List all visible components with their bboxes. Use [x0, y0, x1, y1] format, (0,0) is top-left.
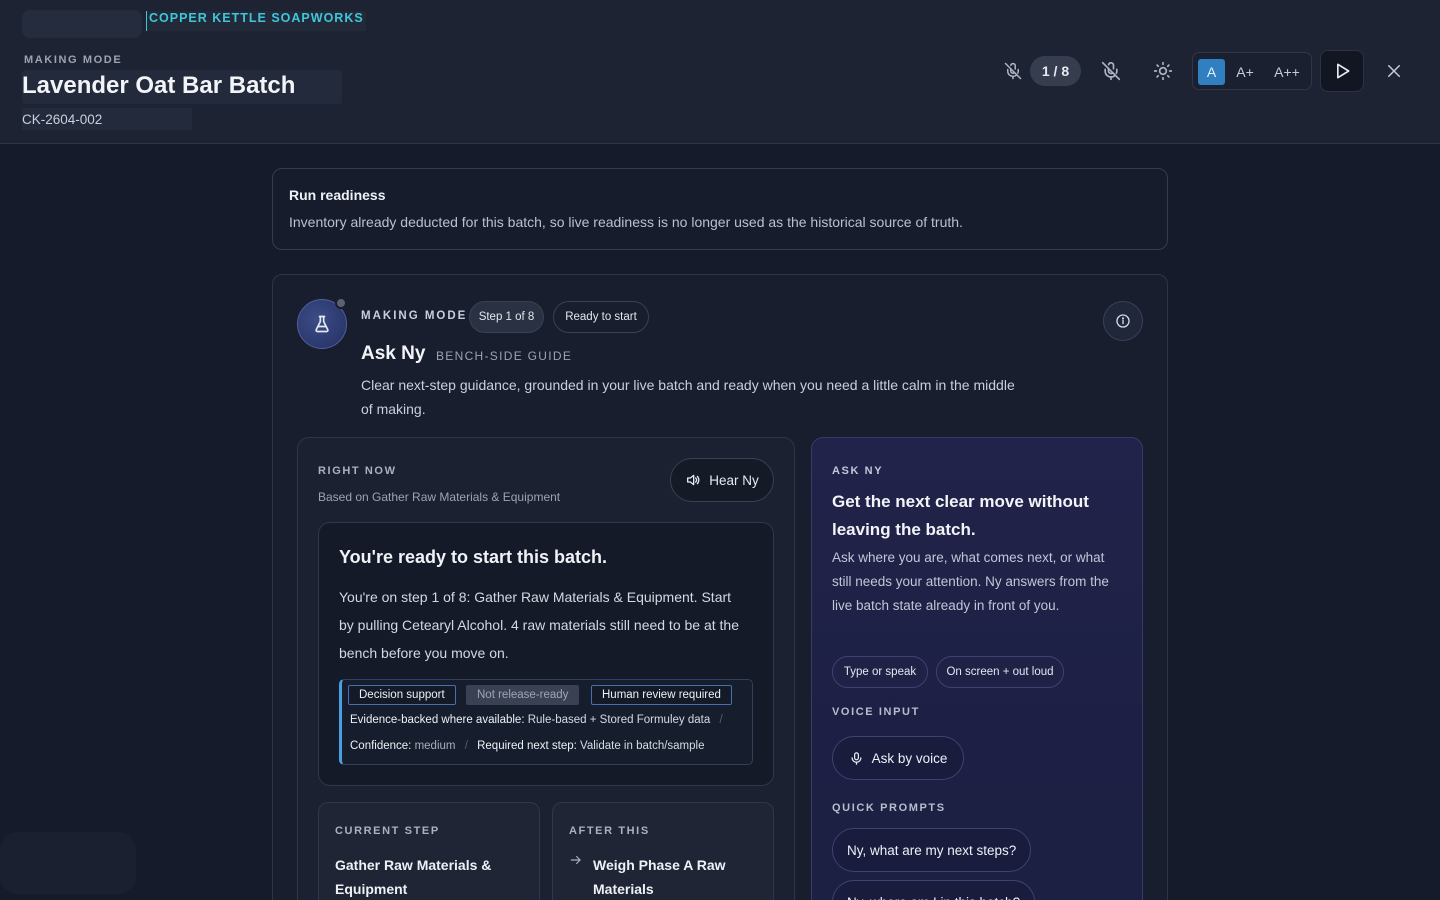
tag-human-review: Human review required	[591, 685, 732, 705]
floating-widget[interactable]	[0, 832, 136, 894]
evidence-line: Evidence-backed where available: Rule-ba…	[350, 714, 729, 726]
microphone-icon	[851, 751, 862, 765]
ask-panel-kicker: ASK NY	[832, 465, 884, 477]
confidence-label: Confidence:	[350, 740, 412, 752]
sun-icon[interactable]	[1150, 58, 1176, 84]
confidence-separator: /	[464, 740, 468, 752]
arrow-right-icon	[570, 855, 581, 865]
header: COPPER KETTLE SOAPWORKS MAKING MODE Lave…	[0, 0, 1440, 144]
speaker-icon	[687, 474, 700, 486]
ask-panel-title: Get the next clear move without leaving …	[832, 492, 1089, 539]
trust-box: Decision support Not release-ready Human…	[339, 679, 753, 765]
voice-input-heading: VOICE INPUT	[832, 706, 920, 718]
play-button[interactable]	[1320, 50, 1364, 92]
hear-ny-button[interactable]: Hear Ny	[670, 458, 774, 502]
mute-icon[interactable]	[1002, 60, 1024, 82]
next-step-value: Validate in batch/sample	[580, 740, 705, 752]
current-step-kicker: CURRENT STEP	[335, 825, 440, 837]
current-step-text: Gather Raw Materials & Equipment	[335, 857, 492, 897]
evidence-value: Rule-based + Stored Formuley data	[527, 714, 711, 726]
text-size-a-button[interactable]: A	[1198, 59, 1225, 85]
chip-type-or-speak: Type or speak	[832, 656, 928, 688]
info-button[interactable]	[1103, 301, 1143, 341]
mic-off-icon[interactable]	[1098, 58, 1124, 84]
evidence-label: Evidence-backed where available:	[350, 714, 525, 726]
ask-by-voice-button[interactable]: Ask by voice	[832, 736, 964, 780]
text-size-a-plus-plus-button[interactable]: A++	[1269, 59, 1305, 85]
next-step-label: Required next step:	[477, 740, 577, 752]
tag-not-release-ready: Not release-ready	[466, 685, 580, 705]
ask-ny-guide-card: MAKING MODE Step 1 of 8 Ready to start A…	[272, 274, 1168, 900]
ask-panel-description: Ask where you are, what comes next, or w…	[832, 550, 1109, 613]
confidence-value: medium	[414, 740, 456, 752]
ready-chip: Ready to start	[553, 301, 649, 333]
text-size-group: A A+ A++	[1192, 52, 1312, 90]
quick-prompts-heading: QUICK PROMPTS	[832, 802, 946, 814]
batch-code: CK-2604-002	[22, 108, 192, 130]
page-title: Lavender Oat Bar Batch	[22, 72, 296, 99]
text-size-a-plus-button[interactable]: A+	[1231, 59, 1259, 85]
guide-subtitle: BENCH-SIDE GUIDE	[436, 349, 573, 363]
after-this-kicker: AFTER THIS	[569, 825, 650, 837]
guide-description: Clear next-step guidance, grounded in yo…	[361, 377, 1015, 417]
guide-title: Ask Ny	[361, 343, 426, 364]
after-this-card: AFTER THIS Weigh Phase A Raw Materials	[552, 802, 774, 900]
ask-by-voice-label: Ask by voice	[871, 750, 948, 766]
right-now-basis: Based on Gather Raw Materials & Equipmen…	[318, 490, 561, 504]
quick-prompt-where-am-i[interactable]: Ny, where am I in this batch?	[832, 880, 1036, 900]
run-readiness-card: Run readiness Inventory already deducted…	[272, 168, 1168, 250]
after-this-text: Weigh Phase A Raw Materials	[593, 857, 726, 897]
step-chip: Step 1 of 8	[469, 301, 544, 333]
brand-name: COPPER KETTLE SOAPWORKS	[146, 11, 366, 31]
guidance-body: You're on step 1 of 8: Gather Raw Materi…	[339, 589, 739, 661]
right-now-panel: RIGHT NOW Based on Gather Raw Materials …	[297, 437, 795, 900]
readiness-title: Run readiness	[289, 187, 386, 203]
mode-kicker: MAKING MODE	[24, 54, 123, 66]
right-now-kicker: RIGHT NOW	[318, 465, 397, 477]
hear-ny-label: Hear Ny	[709, 472, 759, 488]
readiness-text: Inventory already deducted for this batc…	[289, 214, 963, 230]
tag-decision-support: Decision support	[348, 685, 456, 705]
current-step-card: CURRENT STEP Gather Raw Materials & Equi…	[318, 802, 540, 900]
chip-on-screen-out-loud: On screen + out loud	[936, 656, 1064, 688]
guidance-title: You're ready to start this batch.	[339, 547, 608, 567]
guide-kicker: MAKING MODE	[361, 310, 468, 322]
close-icon[interactable]	[1382, 59, 1406, 83]
quick-prompt-next-steps[interactable]: Ny, what are my next steps?	[832, 828, 1032, 872]
ask-ny-panel: ASK NY Get the next clear move without l…	[811, 437, 1143, 900]
flask-icon	[315, 315, 329, 333]
evidence-separator: /	[719, 714, 723, 726]
status-dot	[335, 297, 347, 309]
play-icon	[1337, 63, 1350, 79]
info-icon	[1116, 314, 1130, 328]
confidence-line: Confidence: medium / Required next step:…	[350, 740, 704, 752]
step-counter: 1 / 8	[1030, 56, 1081, 86]
guidance-card: You're ready to start this batch. You're…	[318, 522, 774, 786]
brand-logo-placeholder	[22, 10, 142, 38]
